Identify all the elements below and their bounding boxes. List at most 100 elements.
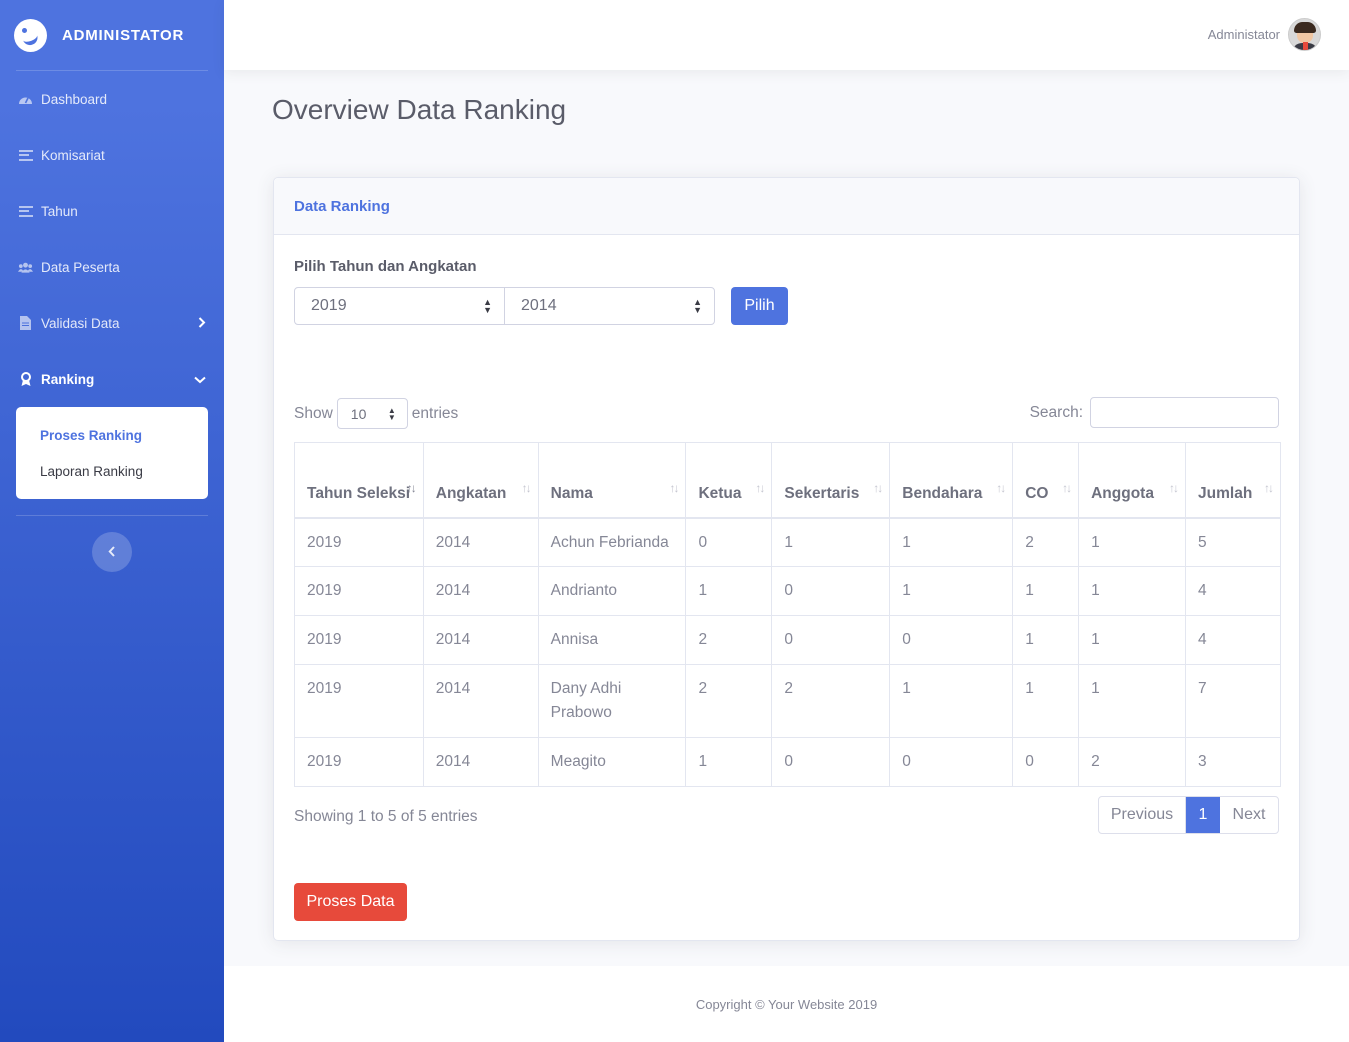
table-row: 2019 2014 Achun Febrianda 0 1 1 2 1 5 [294,517,1281,567]
entries-select-value: 10 [350,405,367,422]
column-header[interactable]: Angkatan ↑↓ [422,442,539,519]
table-cell: 5 [1185,517,1281,567]
tachometer-icon [18,92,33,106]
select-label: Pilih Tahun dan Angkatan [294,258,477,275]
column-header[interactable]: Nama ↑↓ [537,442,687,519]
table-search: Search: [1030,397,1279,428]
column-header[interactable]: Jumlah ↑↓ [1185,442,1281,519]
chevron-left-icon [108,544,116,561]
table-cell: 2 [1012,517,1080,567]
copyright-text: Copyright © Your Website 2019 [695,996,878,1012]
tahun-select[interactable]: 2019 ▲ ▼ [294,287,505,325]
table-cell: 0 [1012,737,1080,787]
users-icon [18,260,33,274]
sidebar-item-ranking[interactable]: Ranking [0,351,224,407]
sort-icon: ↑↓ [873,480,883,495]
sidebar-toggle-button[interactable] [92,532,132,572]
sidebar: ADMINISTATOR Dashboard Komisariat Tahun … [0,0,224,1042]
table-cell: 0 [685,517,773,567]
table-cell: 1 [1078,664,1187,738]
ranking-submenu: Proses Ranking Laporan Ranking [16,407,208,499]
table-cell: 2014 [422,737,539,787]
sort-icon: ↑↓ [521,480,532,495]
laugh-wink-icon [14,18,47,52]
sidebar-item-dashboard[interactable]: Dashboard [0,71,224,127]
table-cell: 1 [1078,615,1187,665]
angkatan-select[interactable]: 2014 ▲ ▼ [504,287,715,325]
entries-select[interactable]: 10 ▲ ▼ [336,398,408,429]
column-header[interactable]: Ketua ↑↓ [685,442,773,519]
sort-icon: ↑↓ [1169,480,1179,495]
sort-caret-icon: ▲ ▼ [693,297,702,315]
angkatan-select-value: 2014 [521,297,557,314]
sidebar-item-data-peserta[interactable]: Data Peserta [0,239,224,295]
user-menu[interactable]: Administator [1208,18,1321,51]
sidebar-item-komisariat[interactable]: Komisariat [0,127,224,183]
ranking-table: Tahun Seleksi ↑↓ Angkatan ↑↓ Nama ↑↓ Ketua ↑… [294,442,1281,787]
table-row: 2019 2014 Dany Adhi Prabowo 2 2 1 1 1 7 [294,664,1281,738]
previous-page-button[interactable]: Previous [1099,797,1186,833]
submenu-item-proses-ranking[interactable]: Proses Ranking [16,417,208,453]
sidebar-item-label: Komisariat [41,147,105,163]
table-cell: Andrianto [537,566,687,616]
search-label: Search: [1029,403,1083,421]
sort-caret-icon: ▲ ▼ [483,297,492,315]
sort-icon: ↑↓ [755,480,765,495]
submenu-item-laporan-ranking[interactable]: Laporan Ranking [16,453,208,489]
table-cell: 2 [1078,737,1187,787]
column-header[interactable]: CO ↑↓ [1012,442,1080,519]
show-label: Show [294,404,333,422]
table-cell: 1 [1078,566,1187,616]
proses-data-button[interactable]: Proses Data [294,883,407,921]
sidebar-item-label: Tahun [41,203,78,219]
pagination: Previous 1 Next [1098,796,1279,834]
entries-length: Show 10 ▲ ▼ entries [294,398,458,429]
sidebar-divider [16,515,208,516]
page-1-button[interactable]: 1 [1186,797,1220,833]
table-header-row: Tahun Seleksi ↑↓ Angkatan ↑↓ Nama ↑↓ Ketua ↑… [294,442,1281,519]
table-cell: 1 [889,517,1014,567]
sort-icon: ↑↓ [1062,480,1072,495]
table-row: 2019 2014 Andrianto 1 0 1 1 1 4 [294,566,1281,616]
table-cell: 0 [771,566,891,616]
avatar [1288,18,1321,51]
sort-icon: ↑↓ [1264,480,1274,495]
card-header: Data Ranking [274,178,1299,235]
column-header[interactable]: Tahun Seleksi ↑↓ [294,442,424,519]
sort-caret-icon: ▲ ▼ [387,406,396,422]
table-cell: 2014 [422,517,539,567]
column-header[interactable]: Sekertaris ↑↓ [771,442,891,519]
table-info: Showing 1 to 5 of 5 entries [294,808,478,825]
bars-icon [18,148,33,162]
sidebar-item-label: Dashboard [41,91,108,107]
search-input[interactable] [1090,397,1279,428]
table-cell: 2 [685,664,773,738]
tahun-select-value: 2019 [311,297,347,314]
sidebar-item-tahun[interactable]: Tahun [0,183,224,239]
brand-title: ADMINISTATOR [62,26,185,44]
table-cell: 2014 [422,615,539,665]
sidebar-item-label: Validasi Data [41,315,120,331]
sort-icon: ↑↓ [669,480,679,495]
brand[interactable]: ADMINISTATOR [0,0,224,70]
column-header[interactable]: Bendahara ↑↓ [889,442,1014,519]
page-title: Overview Data Ranking [272,94,567,125]
table-cell: 1 [1078,517,1187,567]
column-header[interactable]: Anggota ↑↓ [1078,442,1187,519]
pilih-button[interactable]: Pilih [731,287,788,325]
table-cell: 1 [685,737,773,787]
next-page-button[interactable]: Next [1220,797,1278,833]
table-cell: 2 [685,615,773,665]
sidebar-item-validasi-data[interactable]: Validasi Data [0,295,224,351]
table-cell: Dany Adhi Prabowo [537,664,687,738]
table-cell: 2019 [294,566,424,616]
table-cell: 2019 [294,517,424,567]
table-row: 2019 2014 Annisa 2 0 0 1 1 4 [294,615,1281,665]
table-cell: Achun Febrianda [537,517,687,567]
table-cell: 1 [889,566,1014,616]
table-row: 2019 2014 Meagito 1 0 0 0 2 3 [294,737,1281,787]
footer: Copyright © Your Website 2019 [224,966,1349,1042]
data-ranking-card: Data Ranking Pilih Tahun dan Angkatan 20… [273,177,1300,941]
table-cell: 1 [1012,566,1080,616]
table-cell: 0 [889,615,1014,665]
